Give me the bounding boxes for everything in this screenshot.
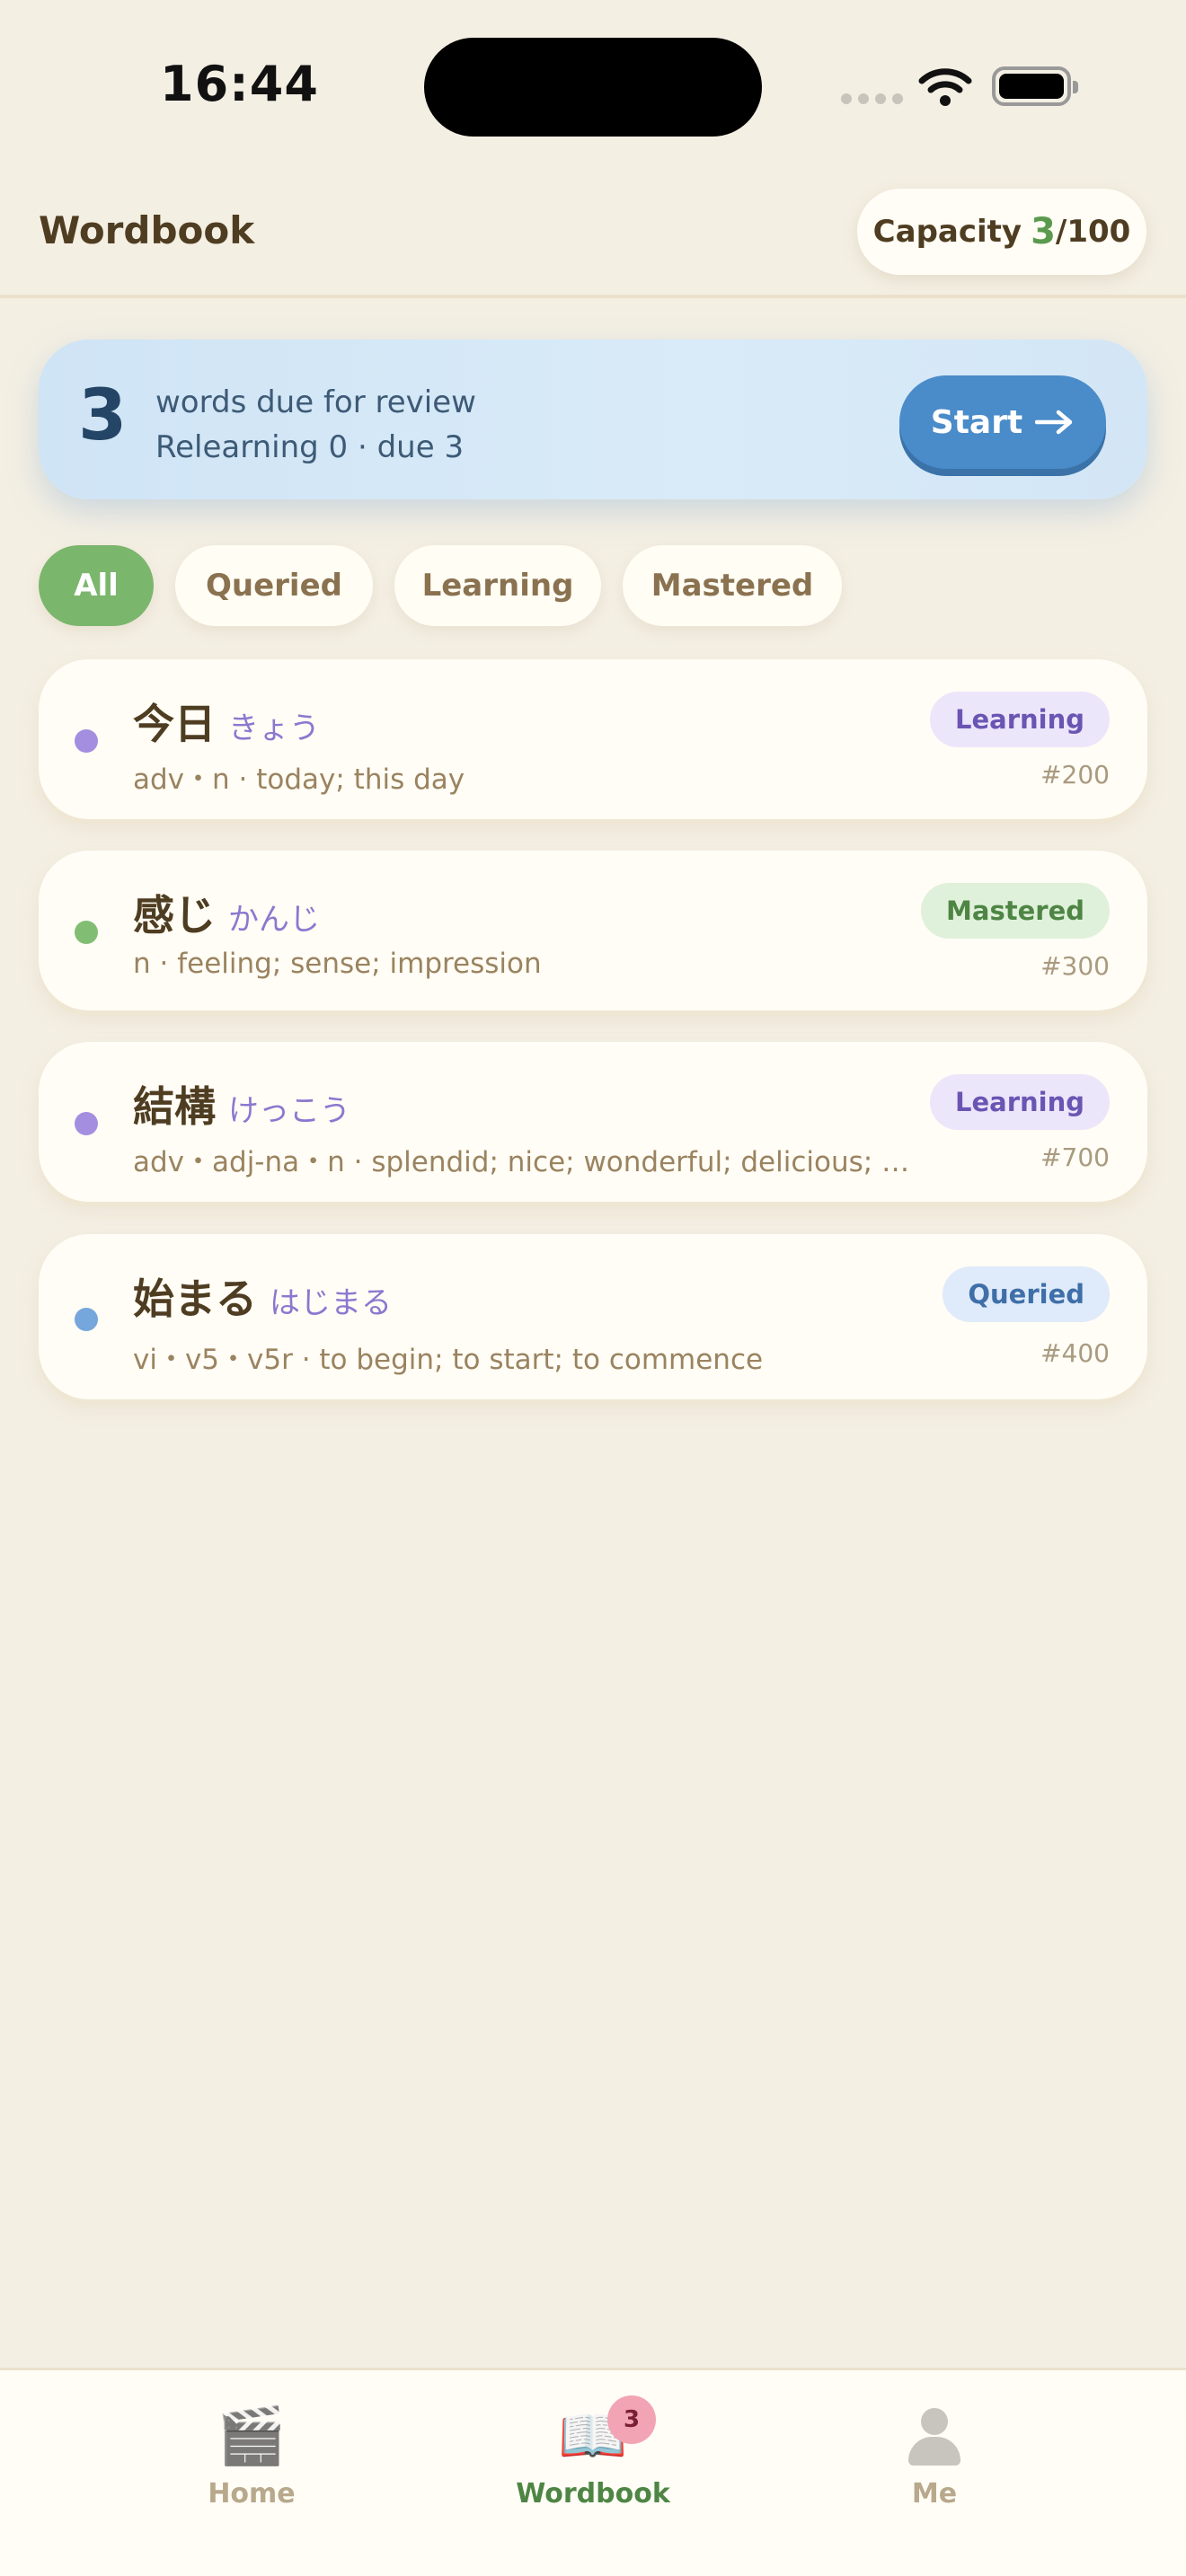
word-gloss: adv・adj-na・n · splendid; nice; wonderful… (133, 1146, 924, 1178)
status-badge: Queried (943, 1266, 1110, 1322)
status-bar: 16:44 (0, 0, 1186, 171)
word-number: #300 (1040, 951, 1110, 981)
word-heading: 結構 けっこう (133, 1074, 350, 1134)
status-time: 16:44 (160, 56, 319, 112)
word-number: #400 (1040, 1338, 1110, 1368)
capacity-total: /100 (1055, 214, 1131, 250)
capacity-used: 3 (1031, 211, 1056, 252)
word-card[interactable]: 始まる はじまる vi・v5・v5r · to begin; to start;… (39, 1234, 1147, 1399)
tab-home-label: Home (208, 2478, 296, 2510)
word-reading: きょう (228, 710, 320, 746)
arrow-right-icon (1035, 410, 1073, 435)
word-text: 今日 (133, 700, 216, 748)
status-dot (75, 1112, 98, 1135)
start-review-button[interactable]: Start (899, 375, 1106, 469)
filter-chips: All Queried Learning Mastered (39, 545, 842, 626)
review-title: words due for review (155, 384, 476, 420)
tab-me[interactable]: Me (827, 2404, 1042, 2510)
filter-all[interactable]: All (39, 545, 154, 626)
battery-icon (992, 66, 1078, 106)
word-reading: けっこう (228, 1093, 350, 1129)
dynamic-island (424, 38, 762, 137)
tab-me-label: Me (911, 2478, 958, 2510)
status-dot (75, 729, 98, 753)
page-title: Wordbook (39, 208, 255, 252)
word-heading: 感じ かんじ (133, 883, 320, 942)
tab-wordbook[interactable]: 📖 3 Wordbook (485, 2395, 701, 2510)
filter-queried[interactable]: Queried (175, 545, 373, 626)
filter-mastered[interactable]: Mastered (623, 545, 842, 626)
word-text: 結構 (133, 1082, 216, 1131)
clapper-icon: 🎬 (217, 2403, 287, 2468)
word-reading: かんじ (228, 902, 320, 938)
word-gloss: adv・n · today; this day (133, 763, 465, 796)
word-number: #200 (1040, 760, 1110, 790)
cellular-signal-icon (841, 93, 903, 104)
word-heading: 今日 きょう (133, 692, 320, 751)
tab-home[interactable]: 🎬 Home (144, 2404, 359, 2510)
filter-learning[interactable]: Learning (394, 545, 601, 626)
status-dot (75, 921, 98, 944)
person-icon (827, 2404, 1042, 2469)
book-icon: 📖 (558, 2403, 628, 2468)
word-gloss: n · feeling; sense; impression (133, 948, 542, 980)
word-reading: はじまる (270, 1285, 392, 1321)
word-text: 始まる (133, 1275, 257, 1323)
tab-badge: 3 (607, 2395, 656, 2444)
status-dot (75, 1308, 98, 1331)
wifi-icon (918, 68, 972, 106)
capacity-pill: Capacity 3 /100 (857, 189, 1146, 275)
word-gloss: vi・v5・v5r · to begin; to start; to comme… (133, 1344, 764, 1376)
word-card[interactable]: 感じ かんじ n · feeling; sense; impression Ma… (39, 851, 1147, 1010)
review-banner: 3 words due for review Relearning 0 · du… (39, 340, 1147, 499)
word-card[interactable]: 今日 きょう adv・n · today; this day Learning … (39, 659, 1147, 819)
status-badge: Mastered (921, 883, 1110, 939)
word-card[interactable]: 結構 けっこう adv・adj-na・n · splendid; nice; w… (39, 1042, 1147, 1202)
word-text: 感じ (133, 891, 216, 940)
header: Wordbook Capacity 3 /100 (0, 171, 1186, 298)
review-due-count: 3 (78, 375, 128, 456)
word-number: #700 (1040, 1142, 1110, 1172)
status-badge: Learning (929, 692, 1110, 747)
start-button-label: Start (930, 403, 1023, 441)
capacity-label: Capacity (872, 214, 1022, 250)
tab-wordbook-label: Wordbook (516, 2478, 670, 2510)
word-heading: 始まる はじまる (133, 1266, 392, 1326)
status-badge: Learning (929, 1074, 1110, 1130)
review-subtitle: Relearning 0 · due 3 (155, 429, 465, 465)
tab-bar: 🎬 Home 📖 3 Wordbook Me (0, 2368, 1186, 2576)
